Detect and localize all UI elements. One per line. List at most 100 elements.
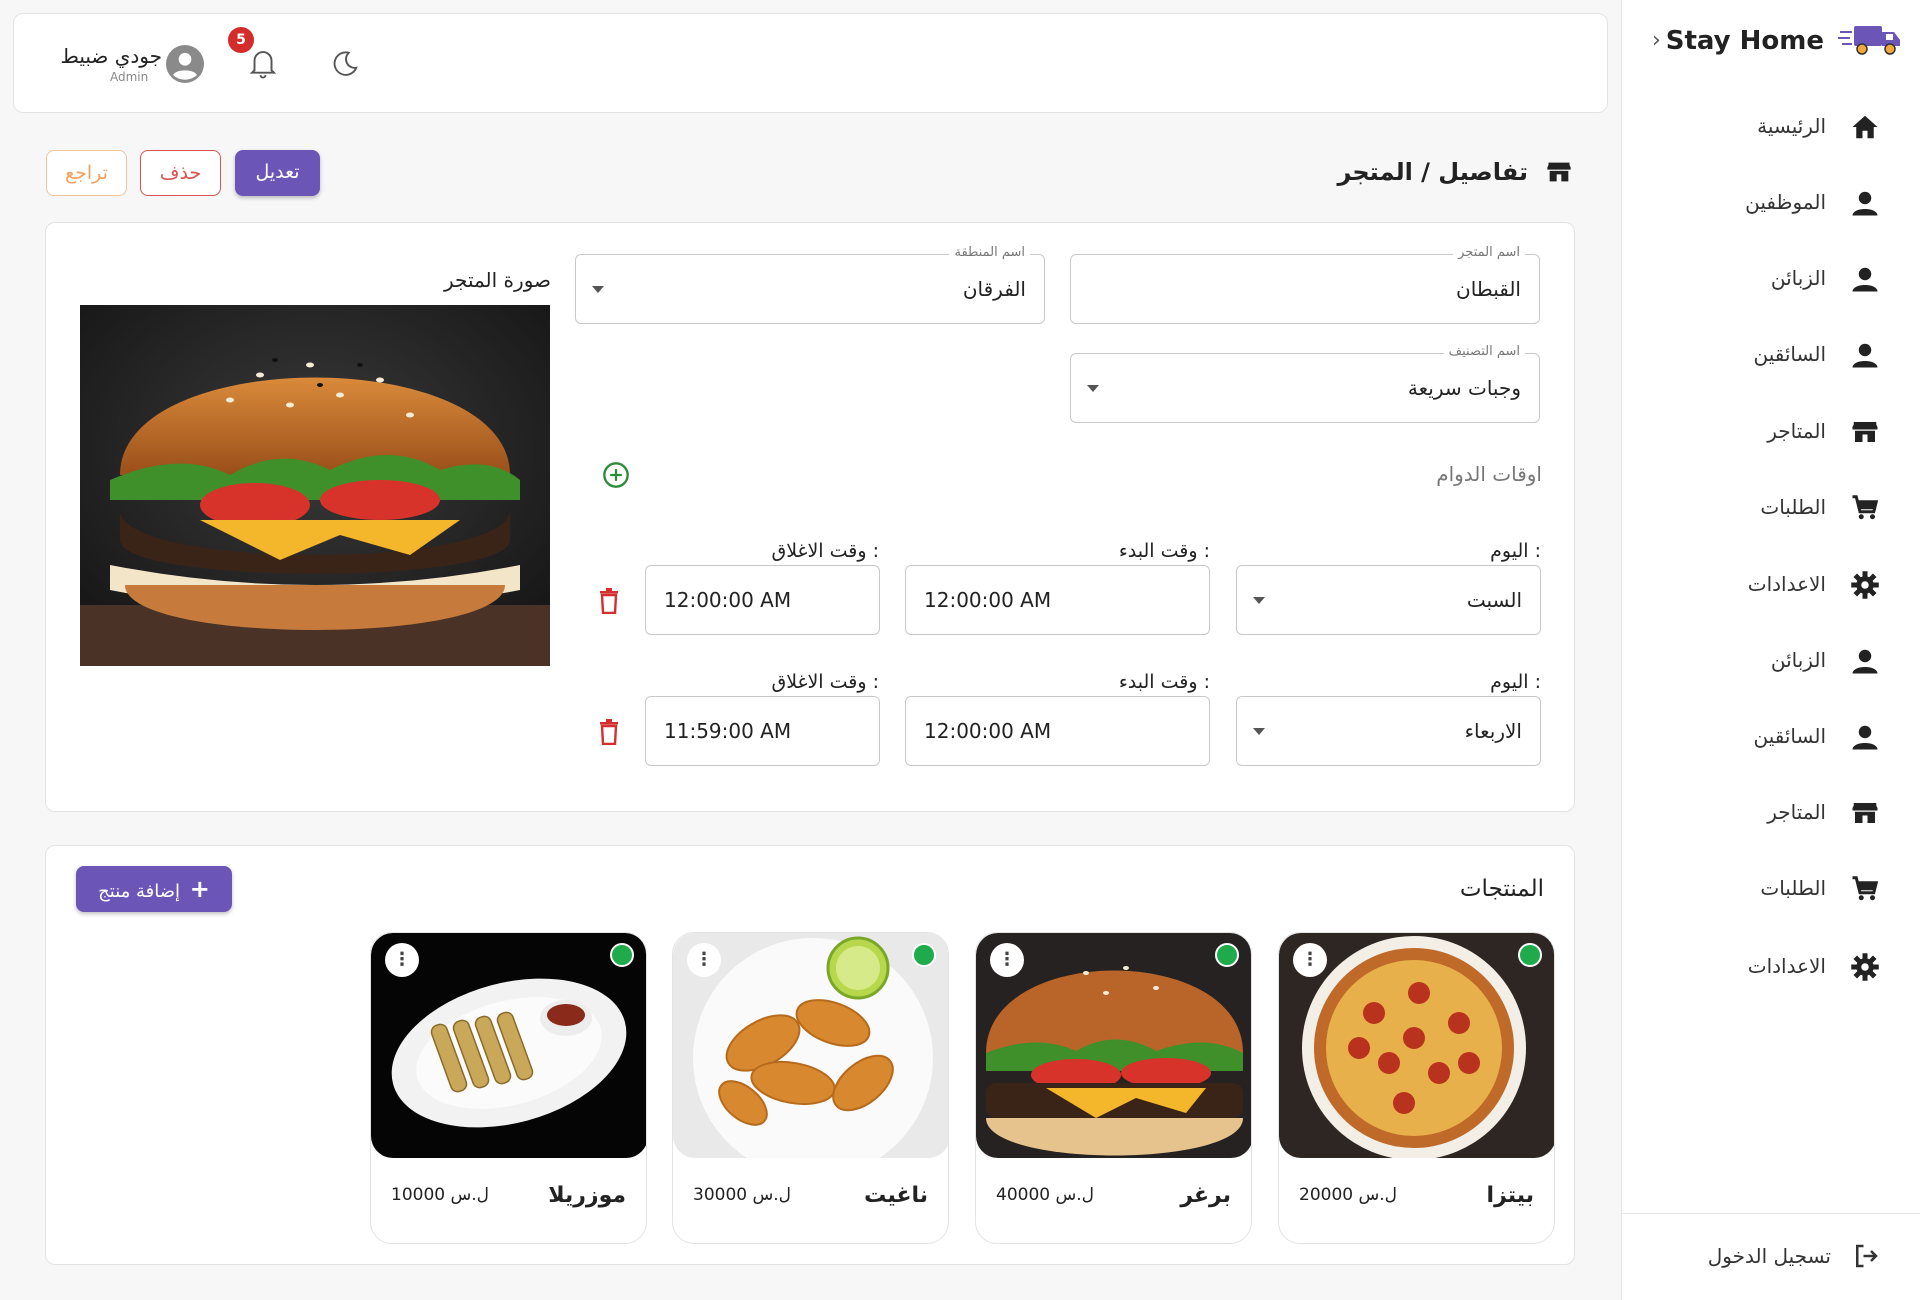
person-icon bbox=[1852, 267, 1878, 292]
user-name: جودي ضبيط bbox=[60, 44, 162, 68]
store-name-field[interactable]: اسم المتجر القبطان bbox=[1070, 245, 1540, 324]
logout-button[interactable]: تسجيل الدخول bbox=[1622, 1213, 1920, 1300]
sidebar-item[interactable]: المتاجر bbox=[1621, 405, 1920, 465]
store-icon bbox=[1852, 422, 1878, 442]
category-value: وجبات سريعة bbox=[1407, 376, 1521, 400]
notification-badge: 5 bbox=[228, 27, 254, 53]
day-select[interactable]: الاربعاء bbox=[1236, 696, 1541, 766]
start-time-field[interactable]: 12:00:00 AM bbox=[905, 565, 1210, 635]
product-price: 30000 ل.س bbox=[693, 1185, 791, 1205]
product-card[interactable]: ⋮ موزريلا 10000 ل.س bbox=[370, 932, 647, 1244]
sidebar-item-label: الموظفين bbox=[1745, 190, 1826, 214]
store-name-label: اسم المتجر bbox=[1453, 245, 1525, 260]
trash-icon[interactable] bbox=[598, 588, 620, 614]
add-product-label: إضافة منتج bbox=[98, 881, 181, 902]
day-select[interactable]: السبت bbox=[1236, 565, 1541, 635]
caret-down-icon bbox=[1087, 385, 1099, 392]
sidebar-item[interactable]: الطلبات bbox=[1621, 862, 1920, 922]
sidebar: › Stay Home الرئيسية الموظفين الزبائن السائ… bbox=[1621, 0, 1920, 1300]
working-hours-title: اوقات الدوام bbox=[1436, 462, 1542, 486]
sidebar-item[interactable]: الزبائن bbox=[1621, 252, 1920, 312]
region-label: اسم المنطقة bbox=[949, 245, 1030, 260]
sidebar-item-label: السائقين bbox=[1753, 342, 1826, 366]
sidebar-item[interactable]: السائقين bbox=[1621, 328, 1920, 388]
store-icon bbox=[1852, 803, 1878, 823]
sidebar-item-label: الرئيسية bbox=[1757, 114, 1826, 138]
person-icon bbox=[1852, 191, 1878, 216]
region-select[interactable]: اسم المنطقة الفرقان bbox=[575, 245, 1045, 324]
back-button[interactable]: تراجع bbox=[46, 150, 127, 196]
sidebar-item-label: الزبائن bbox=[1770, 648, 1826, 672]
products-title: المنتجات bbox=[1459, 876, 1544, 902]
sidebar-item-label: المتاجر bbox=[1767, 800, 1826, 824]
sidebar-item[interactable]: الطلبات bbox=[1621, 481, 1920, 541]
person-icon bbox=[1852, 725, 1878, 750]
status-dot-icon bbox=[1518, 943, 1542, 967]
region-value: الفرقان bbox=[962, 277, 1026, 301]
more-vert-icon[interactable]: ⋮ bbox=[990, 943, 1024, 977]
sidebar-item-label: الطلبات bbox=[1760, 876, 1826, 900]
moon-icon[interactable] bbox=[330, 49, 360, 79]
more-vert-icon[interactable]: ⋮ bbox=[687, 943, 721, 977]
sidebar-item[interactable]: الاعدادات bbox=[1621, 558, 1920, 618]
close-time-label: وقت الاغلاق : bbox=[771, 671, 879, 693]
logout-icon bbox=[1856, 1244, 1878, 1268]
category-label: اسم التصنيف bbox=[1443, 344, 1525, 359]
product-card[interactable]: ⋮ برغر 40000 ل.س bbox=[975, 932, 1252, 1244]
day-value: الاربعاء bbox=[1464, 719, 1522, 743]
gear-icon bbox=[1851, 953, 1879, 981]
home-icon bbox=[1852, 115, 1878, 139]
chevron-right-icon[interactable]: › bbox=[1652, 28, 1661, 53]
start-time-label: وقت البدء : bbox=[1118, 671, 1210, 693]
close-time-value: 11:59:00 AM bbox=[664, 719, 792, 743]
product-name: موزريلا bbox=[548, 1183, 626, 1208]
caret-down-icon bbox=[1253, 728, 1265, 735]
sidebar-item[interactable]: الاعدادات bbox=[1621, 940, 1920, 1000]
sidebar-item[interactable]: المتاجر bbox=[1621, 786, 1920, 846]
person-icon bbox=[1852, 343, 1878, 368]
gear-icon bbox=[1851, 571, 1879, 599]
store-image bbox=[80, 305, 550, 666]
day-label: اليوم : bbox=[1490, 671, 1541, 693]
close-time-field[interactable]: 11:59:00 AM bbox=[645, 696, 880, 766]
more-vert-icon[interactable]: ⋮ bbox=[385, 943, 419, 977]
sidebar-item[interactable]: الموظفين bbox=[1621, 176, 1920, 236]
sidebar-item-label: المتاجر bbox=[1767, 419, 1826, 443]
product-card[interactable]: ⋮ ناغيت 30000 ل.س bbox=[672, 932, 949, 1244]
add-circle-icon[interactable] bbox=[602, 461, 630, 489]
close-time-field[interactable]: 12:00:00 AM bbox=[645, 565, 880, 635]
product-price: 20000 ل.س bbox=[1299, 1185, 1397, 1205]
avatar-icon[interactable] bbox=[166, 45, 204, 83]
sidebar-item[interactable]: الرئيسية bbox=[1621, 100, 1920, 160]
trash-icon[interactable] bbox=[598, 719, 620, 745]
start-time-field[interactable]: 12:00:00 AM bbox=[905, 696, 1210, 766]
status-dot-icon bbox=[610, 943, 634, 967]
store-name-value: القبطان bbox=[1456, 277, 1521, 301]
sidebar-item-label: السائقين bbox=[1753, 724, 1826, 748]
product-name: بيتزا bbox=[1486, 1183, 1534, 1208]
product-price: 40000 ل.س bbox=[996, 1185, 1094, 1205]
product-card[interactable]: ⋮ بيتزا 20000 ل.س bbox=[1278, 932, 1555, 1244]
page-title: تفاصيل / المتجر bbox=[1337, 158, 1528, 186]
edit-button[interactable]: تعديل bbox=[235, 150, 320, 196]
product-name: برغر bbox=[1180, 1183, 1231, 1208]
start-time-label: وقت البدء : bbox=[1118, 540, 1210, 562]
start-time-value: 12:00:00 AM bbox=[924, 719, 1052, 743]
sidebar-item[interactable]: الزبائن bbox=[1621, 634, 1920, 694]
sidebar-item-label: الطلبات bbox=[1760, 495, 1826, 519]
bell-icon[interactable] bbox=[248, 46, 278, 80]
day-value: السبت bbox=[1466, 588, 1522, 612]
add-product-button[interactable]: إضافة منتج + bbox=[76, 866, 232, 912]
delete-button[interactable]: حذف bbox=[140, 150, 221, 196]
close-time-label: وقت الاغلاق : bbox=[771, 540, 879, 562]
day-label: اليوم : bbox=[1490, 540, 1541, 562]
cart-icon bbox=[1852, 495, 1879, 520]
start-time-value: 12:00:00 AM bbox=[924, 588, 1052, 612]
product-name: ناغيت bbox=[864, 1183, 928, 1208]
sidebar-item-label: الاعدادات bbox=[1747, 954, 1826, 978]
more-vert-icon[interactable]: ⋮ bbox=[1293, 943, 1327, 977]
store-icon bbox=[1547, 162, 1571, 182]
sidebar-item[interactable]: السائقين bbox=[1621, 710, 1920, 770]
category-select[interactable]: اسم التصنيف وجبات سريعة bbox=[1070, 344, 1540, 423]
sidebar-item-label: الزبائن bbox=[1770, 266, 1826, 290]
